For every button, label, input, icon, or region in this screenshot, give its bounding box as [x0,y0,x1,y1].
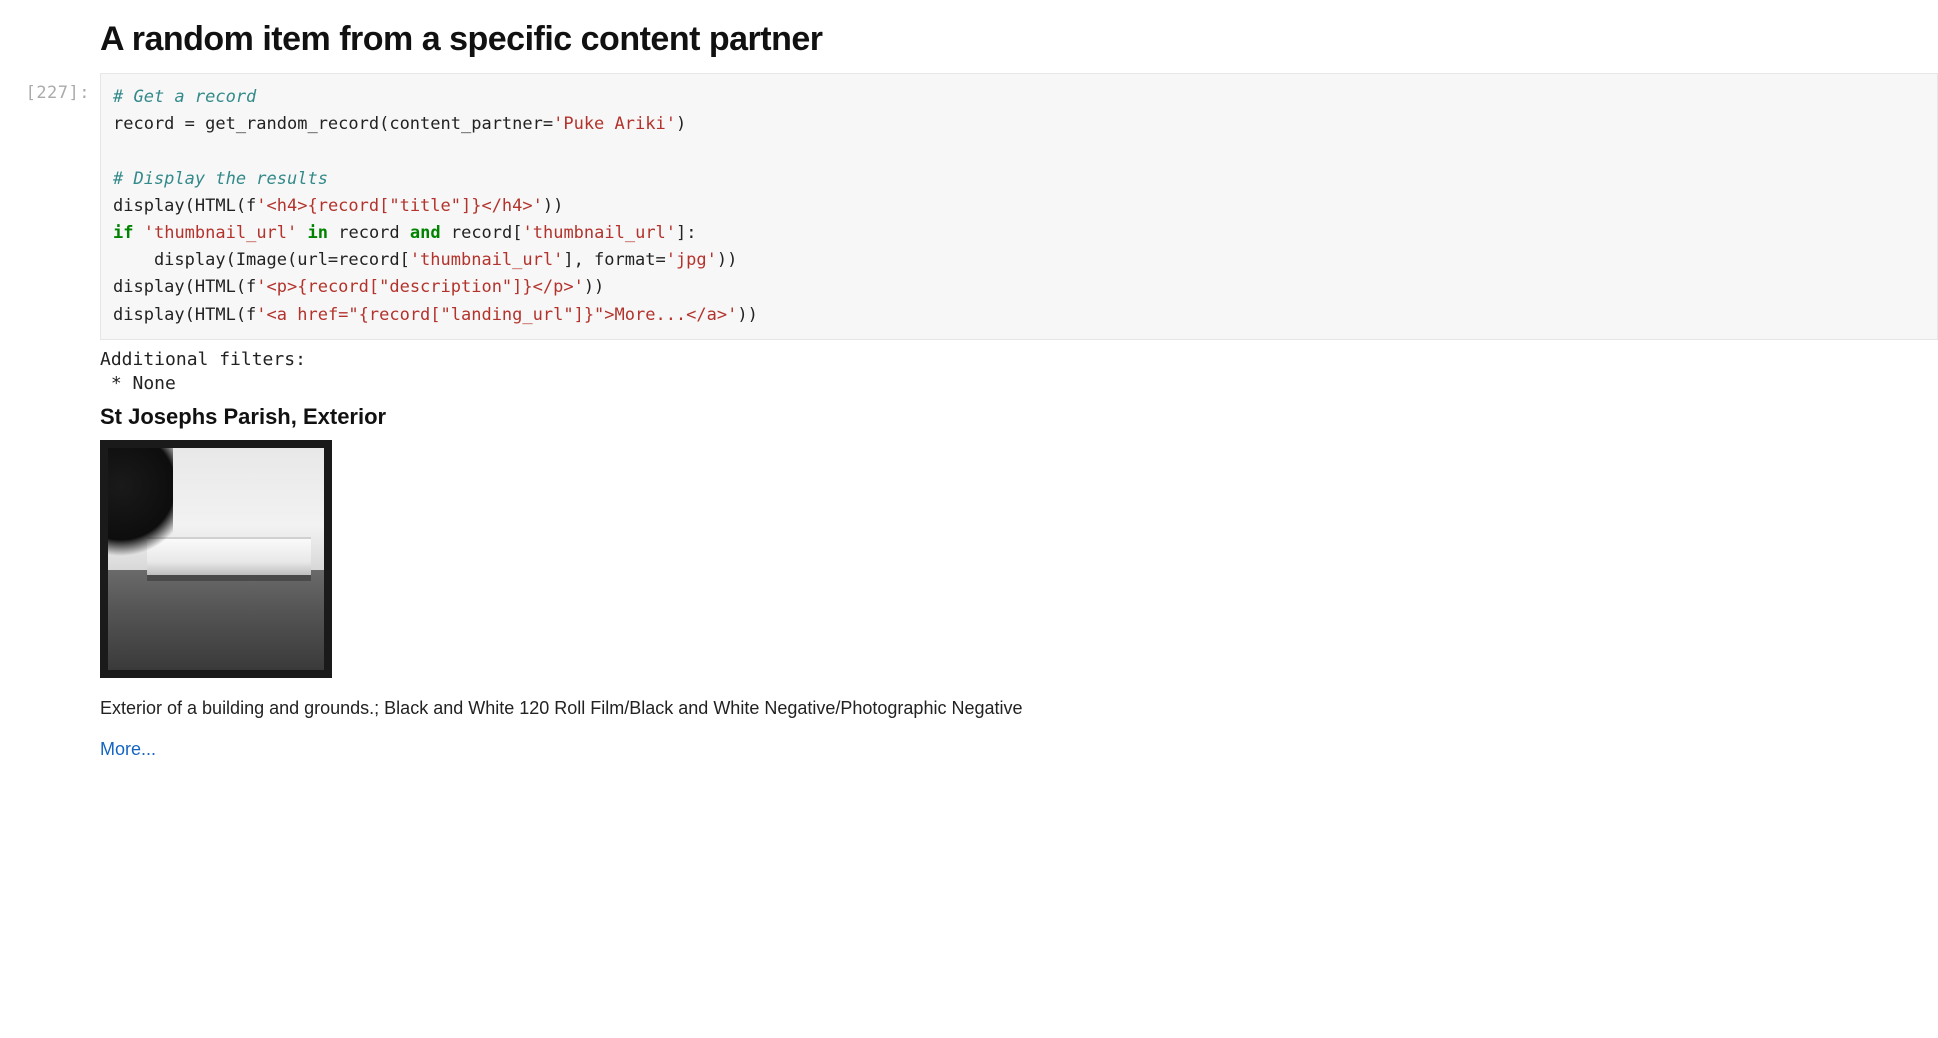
code-text: record = get_random_record(content_partn… [113,114,553,134]
image-lawn [108,570,324,670]
code-text: ) [676,114,686,134]
code-cell: [227]: # Get a record record = get_rando… [0,73,1938,340]
code-text: display(Image(url=record[ [113,250,410,270]
code-text: display(HTML(f [113,196,256,216]
output-image [100,440,332,678]
code-text [133,223,143,243]
code-string: 'thumbnail_url' [410,250,564,270]
output-title: St Josephs Parish, Exterior [100,404,1908,430]
code-text: record[ [441,223,523,243]
code-text [297,223,307,243]
input-prompt: [227]: [0,73,100,103]
code-keyword: and [410,223,441,243]
code-string: '<a href="{record["landing_url"]}">More.… [256,305,737,325]
code-keyword: in [308,223,328,243]
code-text: )) [584,277,604,297]
code-comment: # Display the results [113,169,328,189]
more-link[interactable]: More... [100,739,156,759]
code-input[interactable]: # Get a record record = get_random_recor… [100,73,1938,340]
code-string: 'thumbnail_url' [523,223,677,243]
markdown-cell: A random item from a specific content pa… [0,20,1938,59]
code-text: )) [543,196,563,216]
code-text: )) [717,250,737,270]
code-keyword: if [113,223,133,243]
code-text: record [328,223,410,243]
code-string: '<h4>{record["title"]}</h4>' [256,196,543,216]
image-foliage [108,448,173,559]
output-area: Additional filters: * None St Josephs Pa… [0,348,1938,761]
code-string: '<p>{record["description"]}</p>' [256,277,584,297]
code-text: ], format= [563,250,665,270]
code-text: )) [737,305,757,325]
code-string: 'jpg' [666,250,717,270]
code-text: display(HTML(f [113,277,256,297]
code-string: 'thumbnail_url' [144,223,298,243]
code-text: display(HTML(f [113,305,256,325]
output-description: Exterior of a building and grounds.; Bla… [100,696,1908,721]
code-text: ]: [676,223,696,243]
image-content [108,448,324,670]
code-string: 'Puke Ariki' [553,114,676,134]
stdout-text: Additional filters: * None [100,348,1908,397]
section-title: A random item from a specific content pa… [100,20,1908,59]
notebook-container: A random item from a specific content pa… [0,20,1938,760]
image-building-shadow [147,575,311,582]
code-comment: # Get a record [113,87,256,107]
